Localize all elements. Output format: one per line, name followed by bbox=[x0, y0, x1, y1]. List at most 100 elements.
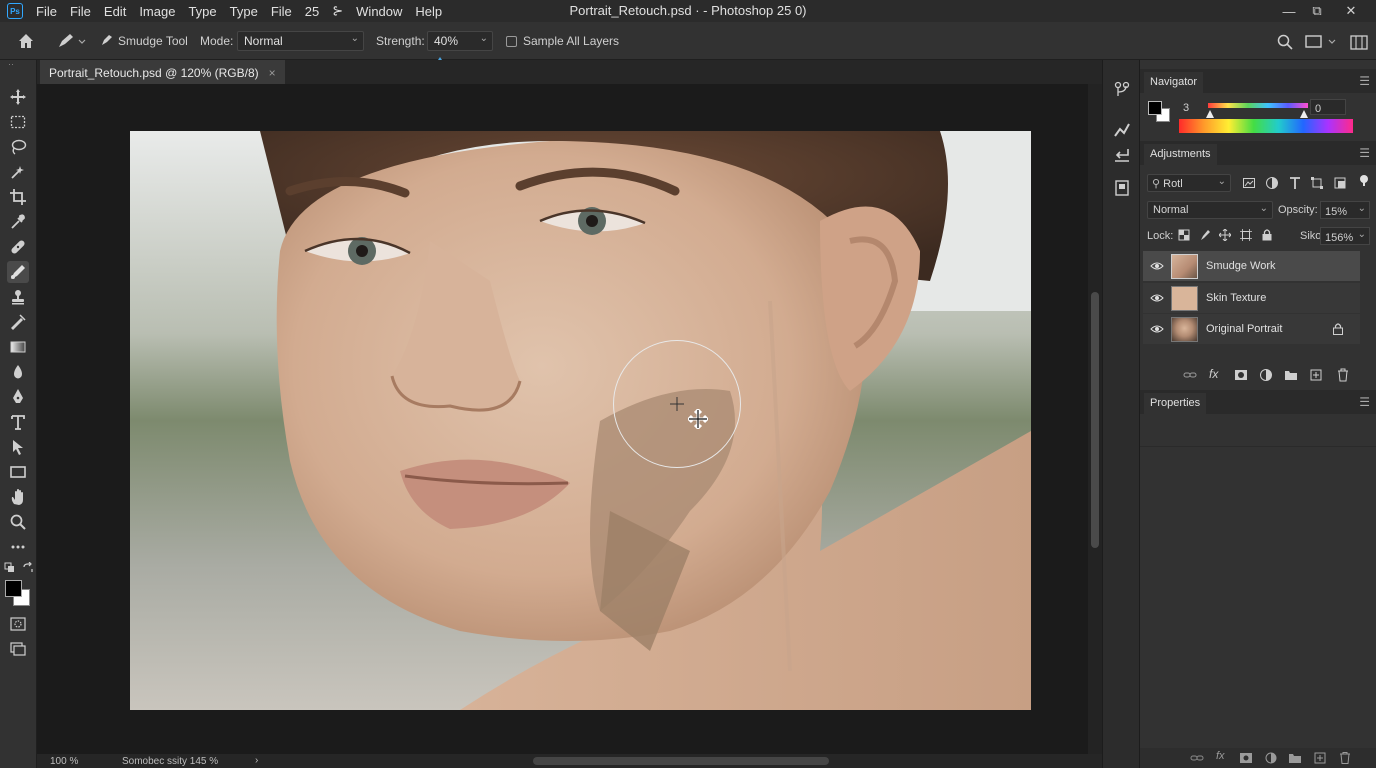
gradient-tool-icon[interactable] bbox=[7, 336, 29, 358]
menu-file-2[interactable]: File bbox=[70, 4, 91, 19]
libraries-panel-icon[interactable] bbox=[1112, 178, 1132, 198]
navigator-foreground-swatch[interactable] bbox=[1148, 101, 1162, 115]
layer-row-smudge-work[interactable]: Smudge Work bbox=[1143, 251, 1360, 281]
menu-25[interactable]: 25 bbox=[305, 4, 319, 19]
color-slider[interactable] bbox=[1208, 103, 1308, 108]
filter-shape-icon[interactable] bbox=[1310, 176, 1324, 190]
restore-icon[interactable]: ⧉ bbox=[1302, 0, 1332, 22]
path-selection-tool-icon[interactable] bbox=[7, 436, 29, 458]
home-icon[interactable] bbox=[16, 31, 36, 51]
layer-row-skin-texture[interactable]: Skin Texture bbox=[1143, 283, 1360, 313]
lock-position-icon[interactable] bbox=[1218, 228, 1232, 242]
quick-selection-tool-icon[interactable] bbox=[7, 161, 29, 183]
menu-file[interactable]: File bbox=[36, 4, 57, 19]
more-tools-icon[interactable] bbox=[7, 536, 29, 558]
filter-adjustment-icon[interactable] bbox=[1265, 176, 1279, 190]
crop-tool-icon[interactable] bbox=[7, 186, 29, 208]
scrollbar-thumb[interactable] bbox=[1091, 292, 1099, 548]
filter-toggle-icon[interactable] bbox=[1358, 174, 1370, 188]
link-layers-icon-footer[interactable] bbox=[1190, 752, 1204, 764]
menu-type-2[interactable]: Type bbox=[230, 4, 258, 19]
layer-style-icon[interactable]: fx bbox=[1209, 367, 1225, 383]
layer-row-original-portrait[interactable]: Original Portrait bbox=[1143, 314, 1360, 344]
filter-type-icon[interactable] bbox=[1288, 176, 1302, 190]
clone-stamp-tool-icon[interactable] bbox=[7, 286, 29, 308]
opacity-input[interactable]: 15% ⌄ bbox=[1320, 201, 1370, 219]
new-layer-icon-footer[interactable] bbox=[1314, 752, 1326, 764]
layer-name[interactable]: Skin Texture bbox=[1206, 292, 1266, 304]
menu-symbol[interactable]: ⊱ bbox=[332, 3, 343, 19]
healing-brush-tool-icon[interactable] bbox=[7, 236, 29, 258]
move-tool-icon[interactable] bbox=[7, 86, 29, 108]
close-window-icon[interactable]: ✕ bbox=[1336, 0, 1366, 22]
filter-smart-object-icon[interactable] bbox=[1333, 176, 1347, 190]
blend-mode-select[interactable]: Normal ⌄ bbox=[1147, 201, 1273, 219]
status-menu-arrow[interactable]: › bbox=[255, 755, 258, 766]
zoom-level[interactable]: 100 % bbox=[50, 756, 78, 767]
search-icon[interactable] bbox=[1276, 33, 1294, 51]
new-layer-icon[interactable] bbox=[1309, 368, 1323, 382]
color-slider-handle-right[interactable] bbox=[1300, 107, 1308, 118]
rectangle-tool-icon[interactable] bbox=[7, 461, 29, 483]
adjustments-panel-title[interactable]: Adjustments bbox=[1144, 144, 1217, 165]
menu-edit[interactable]: Edit bbox=[104, 4, 126, 19]
properties-panel-title[interactable]: Properties bbox=[1144, 393, 1207, 414]
layer-name[interactable]: Original Portrait bbox=[1206, 323, 1282, 335]
layer-filter-select[interactable]: ⚲ Rotl ⌄ bbox=[1147, 174, 1231, 192]
eye-icon[interactable] bbox=[1143, 259, 1171, 273]
fill-input[interactable]: 156% ⌄ bbox=[1320, 227, 1370, 245]
vertical-scrollbar[interactable] bbox=[1088, 84, 1102, 754]
panel-menu-icon[interactable]: ☰ bbox=[1359, 395, 1370, 409]
navigator-value-input[interactable]: 0 bbox=[1310, 99, 1346, 115]
zoom-tool-icon[interactable] bbox=[7, 511, 29, 533]
delete-icon-footer[interactable] bbox=[1339, 752, 1351, 764]
delete-layer-icon[interactable] bbox=[1336, 368, 1350, 382]
smudge-tool-icon[interactable] bbox=[7, 261, 29, 283]
foreground-color-swatch[interactable] bbox=[5, 580, 22, 597]
workspace-switcher[interactable] bbox=[1304, 33, 1340, 51]
minimize-icon[interactable]: — bbox=[1274, 0, 1304, 22]
actions-panel-icon[interactable] bbox=[1112, 145, 1132, 165]
lock-transparent-icon[interactable] bbox=[1178, 229, 1190, 241]
panel-menu-icon[interactable]: ☰ bbox=[1359, 146, 1370, 160]
panel-menu-icon[interactable]: ☰ bbox=[1359, 74, 1370, 88]
eye-icon[interactable] bbox=[1143, 291, 1171, 305]
menu-type[interactable]: Type bbox=[188, 4, 216, 19]
quick-mask-icon[interactable] bbox=[7, 613, 29, 635]
horizontal-scrollbar-thumb[interactable] bbox=[533, 757, 829, 765]
eye-icon[interactable] bbox=[1143, 322, 1171, 336]
close-tab-icon[interactable]: × bbox=[269, 66, 276, 84]
filter-pixel-icon[interactable] bbox=[1242, 176, 1256, 190]
history-brush-tool-icon[interactable] bbox=[7, 311, 29, 333]
add-mask-icon[interactable] bbox=[1234, 368, 1248, 382]
tool-preset-picker[interactable] bbox=[56, 31, 88, 51]
history-panel-icon[interactable] bbox=[1112, 80, 1132, 100]
default-colors-icon[interactable] bbox=[4, 562, 16, 574]
layer-style-icon-footer[interactable]: fx bbox=[1216, 750, 1230, 764]
lock-image-icon[interactable] bbox=[1199, 229, 1211, 241]
color-slider-handle-left[interactable] bbox=[1206, 107, 1214, 118]
screen-mode-icon[interactable] bbox=[7, 638, 29, 660]
swap-colors-icon[interactable] bbox=[22, 561, 34, 574]
mode-select[interactable]: Normal ⌄ bbox=[237, 31, 364, 51]
menu-image[interactable]: Image bbox=[139, 4, 175, 19]
layer-name[interactable]: Smudge Work bbox=[1206, 260, 1276, 272]
type-tool-icon[interactable] bbox=[7, 411, 29, 433]
link-layers-icon[interactable] bbox=[1183, 368, 1197, 382]
eyedropper-tool-icon[interactable] bbox=[7, 211, 29, 233]
lock-all-icon[interactable] bbox=[1261, 228, 1273, 241]
portrait-image[interactable] bbox=[130, 131, 1031, 710]
lasso-tool-icon[interactable] bbox=[7, 136, 29, 158]
brush-settings-icon[interactable] bbox=[1112, 120, 1132, 140]
panel-grip-icon[interactable]: ·· bbox=[8, 60, 28, 69]
lock-artboard-icon[interactable] bbox=[1240, 229, 1252, 241]
document-tab[interactable]: Portrait_Retouch.psd @ 120% (RGB/8) × bbox=[40, 60, 285, 84]
blur-tool-icon[interactable] bbox=[7, 361, 29, 383]
marquee-tool-icon[interactable] bbox=[7, 111, 29, 133]
hand-tool-icon[interactable] bbox=[7, 486, 29, 508]
color-spectrum[interactable] bbox=[1179, 119, 1353, 133]
menu-window[interactable]: Window bbox=[356, 4, 402, 19]
sample-all-layers-checkbox[interactable] bbox=[506, 36, 517, 47]
strength-input[interactable]: 40% ⌄ bbox=[427, 31, 493, 51]
new-adjustment-layer-icon[interactable] bbox=[1259, 368, 1273, 382]
